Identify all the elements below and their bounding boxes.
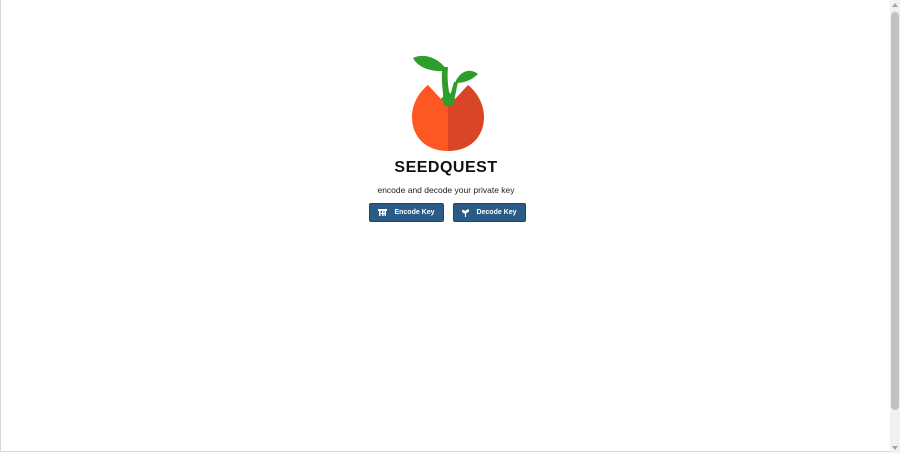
decode-icon: [462, 208, 470, 217]
decode-key-button[interactable]: Decode Key: [453, 203, 526, 222]
scrollbar-thumb[interactable]: [891, 12, 899, 410]
seed-left-half: [412, 85, 448, 151]
page-viewport: SEEDQUEST encode and decode your private…: [0, 0, 890, 452]
app-tagline: encode and decode your private key: [377, 185, 515, 195]
scroll-up-arrow-icon[interactable]: [892, 3, 898, 7]
encode-icon: [378, 209, 388, 216]
encode-key-button[interactable]: Encode Key: [369, 203, 444, 222]
vertical-scrollbar[interactable]: [890, 0, 900, 453]
sprout-leaf-small: [455, 70, 478, 83]
encode-key-label: Encode Key: [394, 209, 435, 216]
app-title: SEEDQUEST: [394, 159, 498, 176]
sprout-leaf-large: [413, 55, 446, 72]
seedquest-logo: [412, 55, 484, 151]
scroll-down-arrow-icon[interactable]: [892, 446, 898, 450]
decode-key-label: Decode Key: [476, 209, 517, 216]
